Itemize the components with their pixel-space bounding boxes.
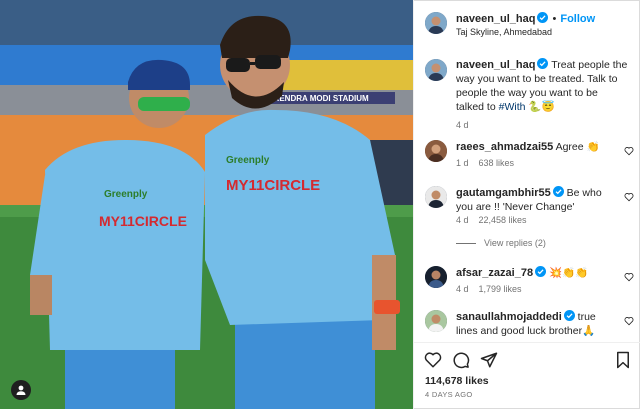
commenter-avatar[interactable] [425, 310, 447, 332]
heart-icon[interactable] [624, 272, 634, 282]
comment-age: 4 d [456, 215, 469, 225]
heart-icon[interactable] [624, 192, 634, 202]
verified-badge-icon [537, 12, 549, 23]
jersey-sponsor-left: Greenply [104, 189, 148, 200]
caption-age: 4 d [456, 120, 469, 130]
comment-username[interactable]: raees_ahmadzai55 [456, 141, 553, 153]
follow-button[interactable]: Follow [560, 13, 595, 25]
send-icon[interactable] [480, 351, 498, 369]
heart-icon[interactable] [624, 316, 634, 326]
view-replies-label[interactable]: View replies (2) [484, 238, 546, 248]
heart-icon[interactable] [624, 146, 634, 156]
caption-avatar[interactable] [425, 59, 447, 81]
verified-badge-icon [537, 58, 549, 69]
verified-badge-icon [552, 186, 564, 197]
author-username[interactable]: naveen_ul_haq [456, 13, 535, 25]
comment-age: 1 d [456, 158, 469, 168]
post-photo[interactable]: NARENDRA MODI STADIUM Greenply MY11CIRCL… [0, 0, 413, 409]
jersey-main-right: MY11CIRCLE [226, 177, 320, 194]
view-replies-link[interactable]: View replies (2) [456, 238, 546, 248]
caption-hashtag[interactable]: #With [499, 101, 526, 113]
caption-emoji: 🐍😇 [528, 101, 555, 113]
verified-badge-icon [563, 310, 575, 321]
commenter-avatar[interactable] [425, 266, 447, 288]
comment-likes[interactable]: 638 likes [479, 158, 515, 168]
comment-text: 💥👏👏 [548, 267, 589, 279]
bookmark-icon[interactable] [614, 351, 632, 369]
comment-username[interactable]: sanaullahmojaddedi [456, 311, 562, 323]
comment-likes[interactable]: 1,799 likes [479, 284, 522, 294]
heart-icon[interactable] [424, 351, 442, 369]
likes-count[interactable]: 114,678 likes [425, 375, 489, 387]
replies-divider [456, 243, 476, 245]
post-location[interactable]: Taj Skyline, Ahmedabad [456, 27, 552, 37]
user-tag-button[interactable] [11, 380, 31, 400]
commenter-avatar[interactable] [425, 186, 447, 208]
action-bar [414, 342, 640, 372]
verified-badge-icon [535, 266, 547, 277]
commenter-avatar[interactable] [425, 140, 447, 162]
jersey-sponsor-right: Greenply [226, 155, 270, 166]
comment-username[interactable]: gautamgambhir55 [456, 187, 551, 199]
author-avatar[interactable] [425, 12, 447, 34]
comment-text: Agree 👏 [555, 141, 600, 153]
user-tag-icon [16, 385, 26, 395]
post-header: naveen_ul_haq • Follow Taj Skyline, Ahmeda… [414, 0, 640, 46]
comment-age: 4 d [456, 284, 469, 294]
caption-username[interactable]: naveen_ul_haq [456, 59, 535, 71]
jersey-main-left: MY11CIRCLE [99, 213, 187, 229]
post-side-panel: naveen_ul_haq • Follow Taj Skyline, Ahmeda… [413, 0, 640, 409]
comment-likes[interactable]: 22,458 likes [479, 215, 527, 225]
photo-illustration: NARENDRA MODI STADIUM Greenply MY11CIRCL… [0, 0, 413, 409]
post-time: 4 DAYS AGO [425, 390, 473, 399]
comment-icon[interactable] [452, 351, 470, 369]
comment-username[interactable]: afsar_zazai_78 [456, 267, 533, 279]
